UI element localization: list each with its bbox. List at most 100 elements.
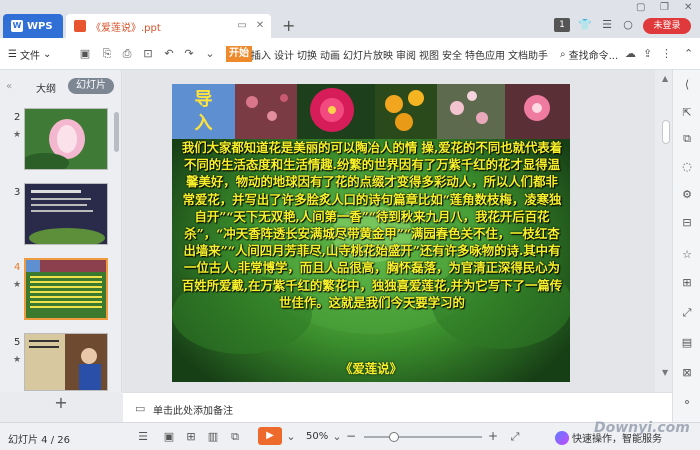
thumbnail-number: 2 [14,112,21,123]
notes-placeholder: 单击此处添加备注 [153,406,233,417]
star-icon[interactable]: ☆ [680,248,694,262]
ai-assistant-icon [555,430,569,445]
link-icon[interactable]: ⤢ [680,306,694,320]
canvas-scrollbar[interactable] [662,120,670,144]
play-options-chevron-icon[interactable]: ⌄ [284,430,298,444]
fit-window-icon[interactable]: ⤢ [508,430,522,444]
backup-icon[interactable]: ⊟ [680,216,694,230]
thumbnail-scrollbar[interactable] [114,112,119,152]
collapse-ribbon-icon[interactable]: ⌃ [684,47,693,60]
command-search[interactable]: ⌕ 查找命令... [560,47,618,62]
tab-slideshow[interactable]: 幻灯片放映 [343,47,393,62]
play-slideshow-button[interactable]: ▶ [258,427,282,445]
wps-home-tab[interactable]: W WPS [3,14,63,38]
file-menu[interactable]: ☰ 文件 ⌄ [8,47,51,62]
sorter-view-icon[interactable]: ⊞ [184,430,198,444]
tab-animation[interactable]: 动画 [320,47,340,62]
pane-close-icon[interactable]: ⟨ [680,78,694,92]
add-slide-plus-icon[interactable]: + [0,392,122,416]
presenter-view-icon[interactable]: ⧉ [228,430,242,444]
zoom-in-icon[interactable]: + [488,429,498,443]
maximize-window-icon[interactable]: ❐ [660,2,669,13]
tab-start[interactable]: 开始 [226,46,252,62]
shapes-icon[interactable]: ◌ [680,160,694,174]
slide-thumbnail-selected[interactable]: 4 ★ [0,258,122,328]
layout-icon[interactable]: ⊞ [680,276,694,290]
tab-outline[interactable]: 大纲 [36,80,56,95]
reading-view-icon[interactable]: ▥ [206,430,220,444]
zoom-slider-handle[interactable] [388,432,399,442]
restore-window-icon[interactable]: ▢ [636,2,645,13]
slide-thumbnail-panel: « 大纲 幻灯片 2 ★ 3 4 ★ 5 ★ + [0,70,122,412]
normal-view-icon[interactable]: ▣ [162,430,176,444]
slide-title-box: 导 入 [172,84,235,139]
lotus-thumbnail-graphic [25,109,107,169]
close-tab-icon[interactable]: ✕ [254,20,266,32]
export-icon[interactable]: ⎘ [100,47,114,61]
portrait-thumbnail-graphic [25,334,107,390]
user-avatar-icon[interactable]: ○ [621,18,635,32]
thumbnail-image [24,108,108,170]
wps-logo-icon: W [11,20,23,32]
more-options-icon[interactable]: ⋮ [661,47,672,60]
login-button[interactable]: 未登录 [643,18,691,34]
cloud-sync-icon[interactable]: ☁ [625,47,636,60]
animation-star-icon: ★ [13,355,22,365]
close-window-icon[interactable]: ✕ [684,2,692,13]
scroll-up-icon[interactable]: ▲ [662,74,668,83]
file-menu-label: 文件 [19,51,40,62]
tab-design[interactable]: 设计 [274,47,294,62]
save-icon[interactable]: ▣ [78,47,92,61]
slide-ending-title: 《爱莲说》 [340,361,402,376]
map-icon[interactable]: ⊠ [680,366,694,380]
menu-icon[interactable]: ☰ [600,18,614,32]
zoom-chevron-icon[interactable]: ⌄ [330,430,344,444]
settings-icon[interactable]: ⚬ [680,396,694,410]
zoom-out-icon[interactable]: − [346,429,356,443]
document-tab-title: 《爱莲说》.ppt [91,22,161,34]
notes-pane[interactable]: ▭ 单击此处添加备注 [123,392,672,422]
current-slide[interactable]: 导 入 我们大家都知道花是美丽的可以陶冶人的情 操,爱花的不同也就代表着不同的生… [172,84,570,382]
tab-features[interactable]: 特色应用 [465,47,505,62]
preview-icon[interactable]: ⊡ [141,47,155,61]
select-icon[interactable]: ⇱ [680,106,694,120]
ppt-file-icon [74,20,86,32]
app-name: WPS [27,20,53,32]
notes-toggle-icon[interactable]: ☰ [136,430,150,444]
new-tab-plus-icon[interactable]: + [282,16,295,35]
scroll-down-icon[interactable]: ▼ [662,368,668,377]
image-icon[interactable]: ▤ [680,336,694,350]
tab-review[interactable]: 审阅 [396,47,416,62]
tab-window-icon[interactable]: ▭ [236,20,248,32]
zoom-slider[interactable] [364,432,482,442]
copy-icon[interactable]: ⧉ [680,132,694,146]
document-tab[interactable]: 《爱莲说》.ppt ▭ ✕ [66,14,271,38]
slide-body-text: 我们大家都知道花是美丽的可以陶冶人的情 操,爱花的不同也就代表着不同的生活态度和… [181,140,563,310]
slide-thumbnail[interactable]: 3 [0,183,122,253]
slide-thumbnail[interactable]: 2 ★ [0,108,122,178]
print-icon[interactable]: ⎙ [120,47,134,61]
share-icon[interactable]: ⇪ [643,47,652,60]
tab-transition[interactable]: 切换 [297,47,317,62]
redo-icon[interactable]: ↷ [182,47,196,61]
tab-slides[interactable]: 幻灯片 [68,78,114,94]
chevron-down-icon: ⌄ [42,49,52,60]
tab-insert[interactable]: 插入 [251,47,271,62]
tab-doc-assistant[interactable]: 文档助手 [508,47,548,62]
main-toolbar: ☰ 文件 ⌄ ▣ ⎘ ⎙ ⊡ ↶ ↷ ⌄ 开始 插入 设计 切换 动画 幻灯片放… [0,38,700,70]
properties-icon[interactable]: ⚙ [680,188,694,202]
collapse-panel-icon[interactable]: « [6,81,12,92]
slide-canvas: 导 入 我们大家都知道花是美丽的可以陶冶人的情 操,爱花的不同也就代表着不同的生… [123,70,670,392]
window-count-badge[interactable]: 1 [554,18,570,32]
zoom-level[interactable]: 50% [306,431,328,442]
undo-icon[interactable]: ↶ [162,47,176,61]
search-icon: ⌕ [560,49,566,60]
tab-view[interactable]: 视图 [419,47,439,62]
right-task-pane: ⟨ ⇱ ⧉ ◌ ⚙ ⊟ ☆ ⊞ ⤢ ▤ ⊠ ⚬ [672,70,700,422]
animation-star-icon: ★ [13,280,22,290]
skin-icon[interactable]: 👕 [578,18,592,32]
tab-security[interactable]: 安全 [442,47,462,62]
more-icon[interactable]: ⌄ [203,47,217,61]
panel-tabs: « 大纲 幻灯片 [0,78,122,96]
notes-icon: ▭ [135,402,146,415]
